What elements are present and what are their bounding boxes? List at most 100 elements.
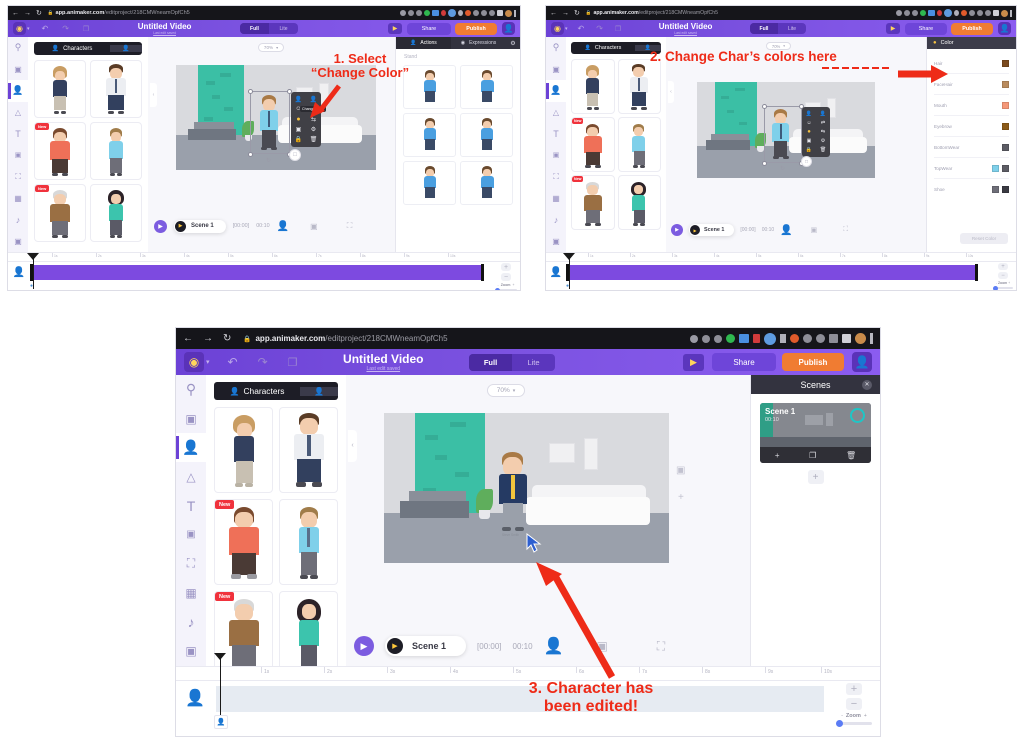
- fullscreen-icon[interactable]: ⛶: [347, 221, 353, 231]
- redo-icon[interactable]: ↷: [258, 355, 268, 369]
- star-icon[interactable]: [912, 10, 918, 16]
- timeline-track-icon[interactable]: 👤: [549, 265, 563, 279]
- sidebar-item-text[interactable]: T: [8, 123, 28, 145]
- forward-icon[interactable]: →: [24, 10, 31, 17]
- back-icon[interactable]: ←: [183, 333, 193, 344]
- sidebar-item-text[interactable]: T: [176, 491, 206, 520]
- redo-icon[interactable]: ↷: [62, 24, 69, 33]
- sidebar-item-music[interactable]: ♪: [176, 607, 206, 636]
- color-row-shoe[interactable]: Shoe: [934, 179, 1009, 200]
- extension-blue-icon[interactable]: [432, 10, 439, 16]
- color-swatch[interactable]: [992, 164, 999, 172]
- logo-caret-icon[interactable]: ▾: [206, 358, 210, 366]
- zoom-in-button[interactable]: +: [998, 263, 1008, 270]
- redo-icon[interactable]: ↷: [596, 24, 603, 33]
- panel-collapse-handle[interactable]: ‹: [668, 81, 674, 103]
- tab-characters[interactable]: 👤 Characters: [34, 45, 110, 53]
- list-item[interactable]: [279, 499, 338, 585]
- list-item[interactable]: [34, 60, 86, 118]
- scene-selector[interactable]: ▶ Scene 1: [174, 219, 226, 233]
- avatar[interactable]: 👤: [502, 22, 515, 35]
- duplicate-icon[interactable]: ❐: [809, 451, 816, 460]
- sidebar-item-image[interactable]: ⛶: [546, 166, 566, 188]
- list-item[interactable]: [90, 60, 142, 118]
- copy-icon[interactable]: ❐: [288, 356, 298, 369]
- extension-red-icon[interactable]: [441, 10, 446, 16]
- puzzle-icon[interactable]: [816, 334, 825, 343]
- pose-icon[interactable]: 👤: [816, 109, 830, 118]
- color-row-topwear[interactable]: TopWear: [934, 158, 1009, 179]
- expression-icon[interactable]: ☺: [802, 118, 816, 127]
- color-swatch[interactable]: [1002, 80, 1009, 88]
- list-item[interactable]: New: [214, 499, 273, 585]
- browser-nav[interactable]: ← → ↻: [550, 9, 580, 18]
- zoom-level-control[interactable]: 70% ▾: [258, 43, 284, 52]
- preview-play-button[interactable]: ▶: [388, 23, 402, 34]
- sidebar-item-characters[interactable]: 👤: [176, 433, 206, 462]
- share-button[interactable]: Share: [905, 22, 947, 35]
- scene-card-actions[interactable]: + ❐ 🗑: [760, 447, 871, 463]
- sidepanel-icon[interactable]: [842, 334, 851, 343]
- sidepanel-icon[interactable]: [993, 10, 999, 16]
- mode-lite[interactable]: Lite: [778, 23, 806, 34]
- extension-green-icon[interactable]: [726, 334, 735, 343]
- sidebar-item-video[interactable]: ▣: [8, 59, 28, 81]
- mode-lite[interactable]: Lite: [269, 23, 298, 34]
- add-object-icon[interactable]: +: [678, 492, 684, 503]
- cloud-icon[interactable]: [803, 334, 812, 343]
- library-tabs[interactable]: 👤 Characters 👤: [34, 42, 142, 55]
- publish-button[interactable]: Publish: [782, 353, 844, 371]
- undo-icon[interactable]: ↶: [42, 24, 49, 33]
- timeline-ruler[interactable]: 1s 2s 3s 4s 5s 6s 7s 8s 9s 10s: [176, 667, 880, 681]
- timeline-track-icon[interactable]: 👤: [184, 687, 206, 709]
- avatar[interactable]: 👤: [852, 352, 872, 372]
- back-icon[interactable]: ←: [12, 10, 19, 17]
- browser-nav[interactable]: ← → ↻: [12, 9, 42, 18]
- timeline-clip[interactable]: [568, 265, 976, 280]
- puzzle-icon[interactable]: [977, 10, 983, 16]
- share-icon[interactable]: [702, 334, 710, 343]
- list-item[interactable]: [90, 122, 142, 180]
- music-icon[interactable]: [954, 10, 959, 16]
- undo-icon[interactable]: ↶: [578, 24, 585, 33]
- list-item[interactable]: [279, 407, 338, 493]
- tab-my-characters[interactable]: 👤: [300, 386, 338, 396]
- selection-box[interactable]: [250, 91, 290, 154]
- list-item[interactable]: [617, 117, 661, 172]
- library-tabs[interactable]: 👤 Characters 👤: [571, 42, 661, 54]
- list-item[interactable]: [617, 175, 661, 230]
- music-icon[interactable]: [458, 10, 463, 16]
- forward-icon[interactable]: →: [203, 333, 213, 344]
- scene-card[interactable]: Scene 1 00:10 + ❐ 🗑: [760, 403, 871, 463]
- menu-kebab-icon[interactable]: [1010, 9, 1012, 17]
- sidebar-item-upload[interactable]: ▦: [546, 188, 566, 210]
- list-icon[interactable]: [489, 10, 495, 16]
- list-item[interactable]: New: [34, 122, 86, 180]
- sidebar-item-effects[interactable]: ▣: [546, 231, 566, 253]
- list-icon[interactable]: [985, 10, 991, 16]
- color-row-mouth[interactable]: Mouth: [934, 95, 1009, 116]
- account-avatar-icon[interactable]: [505, 9, 512, 17]
- list-item[interactable]: New: [571, 117, 615, 172]
- address-bar[interactable]: 🔒 app.animaker.com/editproject/218CMWnea…: [243, 334, 690, 343]
- list-item[interactable]: New: [34, 184, 86, 242]
- zoom-slider[interactable]: [836, 720, 872, 727]
- caption-bubble-icon[interactable]: □: [289, 149, 301, 161]
- zoom-slider[interactable]: [993, 285, 1013, 290]
- caption-bubble-icon[interactable]: ▣: [676, 465, 685, 476]
- swatch-group[interactable]: [1002, 143, 1009, 151]
- mode-full[interactable]: Full: [240, 23, 269, 34]
- list-item[interactable]: [214, 407, 273, 493]
- swap-icon[interactable]: ⇄: [816, 118, 830, 127]
- sidebar-item-characters[interactable]: 👤: [8, 80, 28, 102]
- close-icon[interactable]: ✕: [862, 380, 872, 390]
- preview-play-button[interactable]: ▶: [683, 353, 704, 371]
- color-swatch[interactable]: [1002, 164, 1009, 172]
- zoom-out-button[interactable]: −: [998, 272, 1008, 279]
- color-swatch[interactable]: [1002, 122, 1009, 130]
- address-bar[interactable]: 🔒 app.animaker.com/editproject/218CMWnea…: [586, 10, 896, 16]
- back-icon[interactable]: ←: [550, 10, 557, 17]
- zoom-in-button[interactable]: +: [501, 263, 511, 271]
- scene-play-icon[interactable]: ▶: [690, 225, 700, 235]
- tab-characters[interactable]: 👤 Characters: [214, 386, 300, 396]
